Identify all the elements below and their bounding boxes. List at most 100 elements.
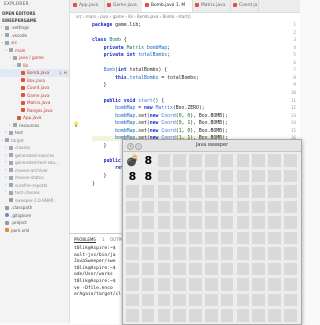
closed-cell[interactable] <box>156 184 172 199</box>
closed-cell[interactable] <box>204 199 219 214</box>
chevron-right-icon[interactable]: › <box>5 159 6 167</box>
tree-item[interactable]: ⌄ target <box>0 137 69 145</box>
closed-cell[interactable] <box>235 308 251 323</box>
closed-cell[interactable] <box>204 261 219 276</box>
code-line[interactable]: } <box>92 182 95 187</box>
code-line[interactable]: bombMap.set(new Coord(0, 0), Box.BOMB); <box>92 114 228 119</box>
closed-cell[interactable] <box>125 199 140 214</box>
tree-item[interactable]: Matrix.java <box>0 99 69 107</box>
closed-cell[interactable] <box>219 168 235 183</box>
tree-item[interactable]: › surefire-reports <box>0 182 69 190</box>
closed-cell[interactable] <box>156 292 172 307</box>
closed-cell[interactable] <box>235 261 251 276</box>
closed-cell[interactable] <box>235 292 251 307</box>
code-line[interactable]: private int totalBombs; <box>92 53 170 58</box>
closed-cell[interactable] <box>219 308 235 323</box>
chevron-right-icon[interactable]: › <box>1 24 2 32</box>
closed-cell[interactable] <box>267 215 282 230</box>
closed-cell[interactable] <box>251 261 266 276</box>
tree-item[interactable]: › .settings <box>0 24 69 32</box>
tree-item[interactable]: ⌄ lib <box>0 62 69 70</box>
chevron-down-icon[interactable]: ⌄ <box>1 137 4 145</box>
closed-cell[interactable] <box>267 199 282 214</box>
tree-item[interactable]: .project <box>0 219 69 227</box>
closed-cell[interactable] <box>283 292 298 307</box>
code-line[interactable]: bombMap.set(new Coord(0, 1), Box.BOMB); <box>92 121 228 126</box>
tab-matrix[interactable]: Matrix.java <box>192 0 231 12</box>
closed-cell[interactable] <box>251 153 266 168</box>
closed-cell[interactable] <box>156 215 172 230</box>
tab-bomb[interactable]: Bomb.java 1, M <box>142 0 193 12</box>
chevron-right-icon[interactable]: › <box>5 129 6 137</box>
closed-cell[interactable] <box>156 153 172 168</box>
closed-cell[interactable] <box>188 230 203 245</box>
code-line[interactable]: Bomb(int totalBombs) { <box>92 68 168 73</box>
closed-cell[interactable] <box>219 230 235 245</box>
closed-cell[interactable] <box>156 308 172 323</box>
chevron-right-icon[interactable]: › <box>5 152 6 160</box>
chevron-down-icon[interactable]: ⌄ <box>9 54 12 62</box>
closed-cell[interactable] <box>235 230 251 245</box>
closed-cell[interactable] <box>267 308 282 323</box>
breadcrumb[interactable]: src › main › java › game › lib › Bomb.ja… <box>70 13 300 21</box>
tree-item[interactable]: › generated-sources <box>0 152 69 160</box>
closed-cell[interactable] <box>283 168 298 183</box>
tab-game[interactable]: Game.java <box>104 0 143 12</box>
closed-cell[interactable] <box>172 308 187 323</box>
closed-cell[interactable] <box>283 230 298 245</box>
tab-app[interactable]: App.java <box>70 0 105 12</box>
code-line[interactable]: } <box>92 83 107 88</box>
code-line[interactable]: private Matrix bombMap; <box>92 46 170 51</box>
closed-cell[interactable] <box>188 199 203 214</box>
tree-item[interactable]: › classes <box>0 144 69 152</box>
closed-cell[interactable] <box>188 292 203 307</box>
closed-cell[interactable] <box>125 277 140 292</box>
closed-cell[interactable] <box>188 277 203 292</box>
code-line[interactable]: ret <box>92 166 124 171</box>
closed-cell[interactable] <box>140 184 156 199</box>
closed-cell[interactable] <box>219 261 235 276</box>
tree-item[interactable]: ⌄ src <box>0 39 69 47</box>
closed-cell[interactable] <box>172 292 187 307</box>
closed-cell[interactable] <box>125 261 140 276</box>
closed-cell[interactable] <box>140 261 156 276</box>
closed-cell[interactable] <box>283 277 298 292</box>
closed-cell[interactable] <box>156 199 172 214</box>
tree-item[interactable]: .classpath <box>0 204 69 212</box>
tree-item[interactable]: › maven-archiver <box>0 167 69 175</box>
closed-cell[interactable] <box>156 246 172 261</box>
closed-cell[interactable] <box>235 168 251 183</box>
chevron-down-icon[interactable]: ⌄ <box>1 39 4 47</box>
closed-cell[interactable] <box>125 184 140 199</box>
closed-cell[interactable] <box>172 246 187 261</box>
chevron-right-icon[interactable]: › <box>5 189 6 197</box>
closed-cell[interactable] <box>204 230 219 245</box>
closed-cell[interactable] <box>251 230 266 245</box>
closed-cell[interactable] <box>172 230 187 245</box>
closed-cell[interactable] <box>188 168 203 183</box>
closed-cell[interactable] <box>156 261 172 276</box>
closed-cell[interactable] <box>172 168 187 183</box>
chevron-down-icon[interactable]: ⌄ <box>5 47 8 55</box>
chevron-right-icon[interactable]: › <box>9 122 10 130</box>
code-line[interactable]: public void start() { <box>92 99 165 104</box>
closed-cell[interactable] <box>251 168 266 183</box>
closed-cell[interactable] <box>251 199 266 214</box>
closed-cell[interactable] <box>140 308 156 323</box>
closed-cell[interactable] <box>235 215 251 230</box>
closed-cell[interactable] <box>251 246 266 261</box>
open-editors-section[interactable]: OPEN EDITORS <box>0 10 69 17</box>
closed-cell[interactable] <box>267 168 282 183</box>
closed-cell[interactable] <box>283 199 298 214</box>
tree-item[interactable]: › test <box>0 129 69 137</box>
closed-cell[interactable] <box>140 230 156 245</box>
closed-cell[interactable] <box>140 215 156 230</box>
closed-cell[interactable] <box>235 246 251 261</box>
closed-cell[interactable] <box>283 246 298 261</box>
closed-cell[interactable] <box>125 308 140 323</box>
closed-cell[interactable] <box>204 153 219 168</box>
project-section[interactable]: SWEEPERGAME <box>0 17 69 24</box>
minefield-grid[interactable]: 💣 8 8 8 <box>125 153 301 324</box>
tree-item[interactable]: Bomb.java 1, M <box>0 69 69 77</box>
closed-cell[interactable] <box>219 292 235 307</box>
